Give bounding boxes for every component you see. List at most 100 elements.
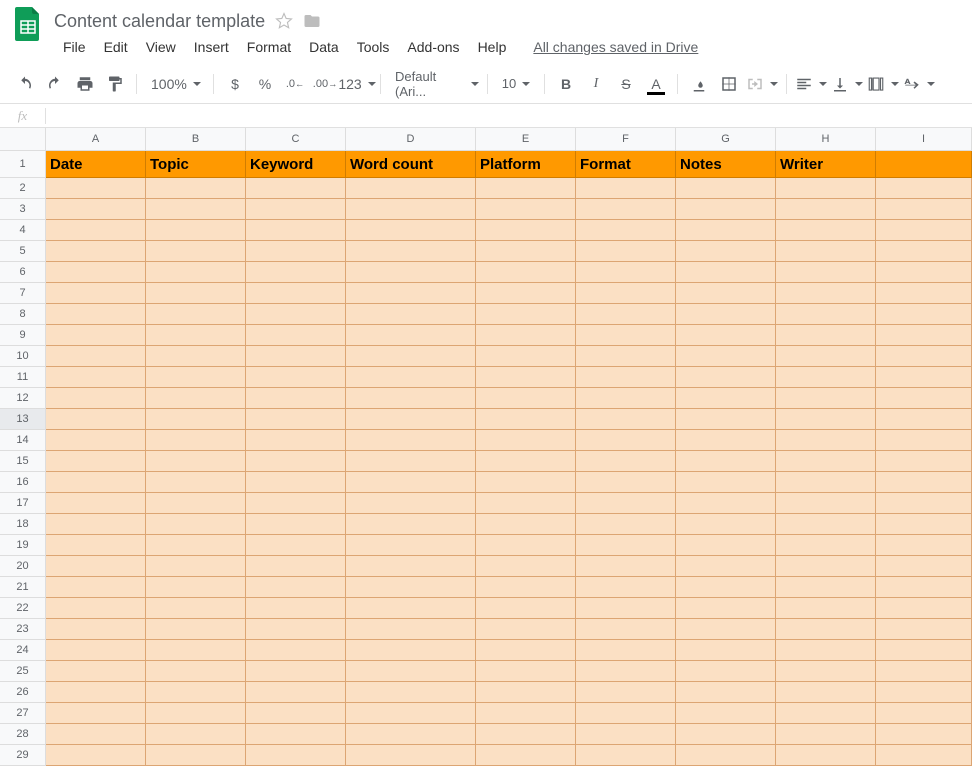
cell-b7[interactable] — [146, 283, 246, 304]
star-icon[interactable] — [275, 12, 293, 30]
cell-a23[interactable] — [46, 619, 146, 640]
cell-b27[interactable] — [146, 703, 246, 724]
cell-a25[interactable] — [46, 661, 146, 682]
cell-g16[interactable] — [676, 472, 776, 493]
cell-b5[interactable] — [146, 241, 246, 262]
row-header[interactable]: 7 — [0, 283, 46, 304]
row-header[interactable]: 18 — [0, 514, 46, 535]
cell-h23[interactable] — [776, 619, 876, 640]
cell-e12[interactable] — [476, 388, 576, 409]
cell-e2[interactable] — [476, 178, 576, 199]
cell-b29[interactable] — [146, 745, 246, 766]
cell-b18[interactable] — [146, 514, 246, 535]
cell-g1[interactable]: Notes — [676, 151, 776, 178]
cell-g8[interactable] — [676, 304, 776, 325]
cell-c5[interactable] — [246, 241, 346, 262]
cell-b3[interactable] — [146, 199, 246, 220]
cell-h6[interactable] — [776, 262, 876, 283]
cell-f22[interactable] — [576, 598, 676, 619]
cell-h19[interactable] — [776, 535, 876, 556]
cell-d27[interactable] — [346, 703, 476, 724]
cell-i21[interactable] — [876, 577, 972, 598]
row-header[interactable]: 3 — [0, 199, 46, 220]
cell-e14[interactable] — [476, 430, 576, 451]
cell-f26[interactable] — [576, 682, 676, 703]
cell-g4[interactable] — [676, 220, 776, 241]
cell-h15[interactable] — [776, 451, 876, 472]
font-dropdown[interactable]: Default (Ari... — [389, 71, 479, 97]
cell-e9[interactable] — [476, 325, 576, 346]
cell-h7[interactable] — [776, 283, 876, 304]
col-header-i[interactable]: I — [876, 128, 972, 151]
cell-f29[interactable] — [576, 745, 676, 766]
cell-f12[interactable] — [576, 388, 676, 409]
cell-g20[interactable] — [676, 556, 776, 577]
cell-d28[interactable] — [346, 724, 476, 745]
borders-button[interactable] — [716, 71, 742, 97]
cell-b8[interactable] — [146, 304, 246, 325]
cell-e15[interactable] — [476, 451, 576, 472]
cell-e29[interactable] — [476, 745, 576, 766]
cell-h9[interactable] — [776, 325, 876, 346]
menu-addons[interactable]: Add-ons — [398, 35, 468, 59]
cell-e7[interactable] — [476, 283, 576, 304]
cell-h1[interactable]: Writer — [776, 151, 876, 178]
percent-button[interactable]: % — [252, 71, 278, 97]
cell-a22[interactable] — [46, 598, 146, 619]
row-header[interactable]: 10 — [0, 346, 46, 367]
cell-c17[interactable] — [246, 493, 346, 514]
cell-d3[interactable] — [346, 199, 476, 220]
cell-f20[interactable] — [576, 556, 676, 577]
cell-g25[interactable] — [676, 661, 776, 682]
cell-e27[interactable] — [476, 703, 576, 724]
cell-c26[interactable] — [246, 682, 346, 703]
cell-a17[interactable] — [46, 493, 146, 514]
cell-b17[interactable] — [146, 493, 246, 514]
merge-cells-button[interactable] — [746, 71, 778, 97]
text-wrap-button[interactable] — [867, 71, 899, 97]
cell-i20[interactable] — [876, 556, 972, 577]
row-header[interactable]: 29 — [0, 745, 46, 766]
cell-b15[interactable] — [146, 451, 246, 472]
row-header[interactable]: 20 — [0, 556, 46, 577]
cell-c21[interactable] — [246, 577, 346, 598]
cell-f11[interactable] — [576, 367, 676, 388]
cell-b11[interactable] — [146, 367, 246, 388]
row-header[interactable]: 5 — [0, 241, 46, 262]
cell-a24[interactable] — [46, 640, 146, 661]
cell-h25[interactable] — [776, 661, 876, 682]
cell-f18[interactable] — [576, 514, 676, 535]
col-header-c[interactable]: C — [246, 128, 346, 151]
cell-f4[interactable] — [576, 220, 676, 241]
cell-d16[interactable] — [346, 472, 476, 493]
cell-a16[interactable] — [46, 472, 146, 493]
cell-e8[interactable] — [476, 304, 576, 325]
font-size-dropdown[interactable]: 10 — [496, 71, 536, 97]
cell-f13[interactable] — [576, 409, 676, 430]
cell-c4[interactable] — [246, 220, 346, 241]
cell-h4[interactable] — [776, 220, 876, 241]
cell-d14[interactable] — [346, 430, 476, 451]
folder-icon[interactable] — [303, 12, 321, 30]
cell-c2[interactable] — [246, 178, 346, 199]
cell-g29[interactable] — [676, 745, 776, 766]
cell-d23[interactable] — [346, 619, 476, 640]
menu-format[interactable]: Format — [238, 35, 300, 59]
cell-i18[interactable] — [876, 514, 972, 535]
cell-i4[interactable] — [876, 220, 972, 241]
cell-i19[interactable] — [876, 535, 972, 556]
cell-g13[interactable] — [676, 409, 776, 430]
cell-b24[interactable] — [146, 640, 246, 661]
cell-c3[interactable] — [246, 199, 346, 220]
cell-b22[interactable] — [146, 598, 246, 619]
cell-i7[interactable] — [876, 283, 972, 304]
cell-a14[interactable] — [46, 430, 146, 451]
col-header-f[interactable]: F — [576, 128, 676, 151]
cell-c14[interactable] — [246, 430, 346, 451]
cell-c13[interactable] — [246, 409, 346, 430]
cell-f2[interactable] — [576, 178, 676, 199]
vertical-align-button[interactable] — [831, 71, 863, 97]
cell-i13[interactable] — [876, 409, 972, 430]
cell-g7[interactable] — [676, 283, 776, 304]
cell-f9[interactable] — [576, 325, 676, 346]
